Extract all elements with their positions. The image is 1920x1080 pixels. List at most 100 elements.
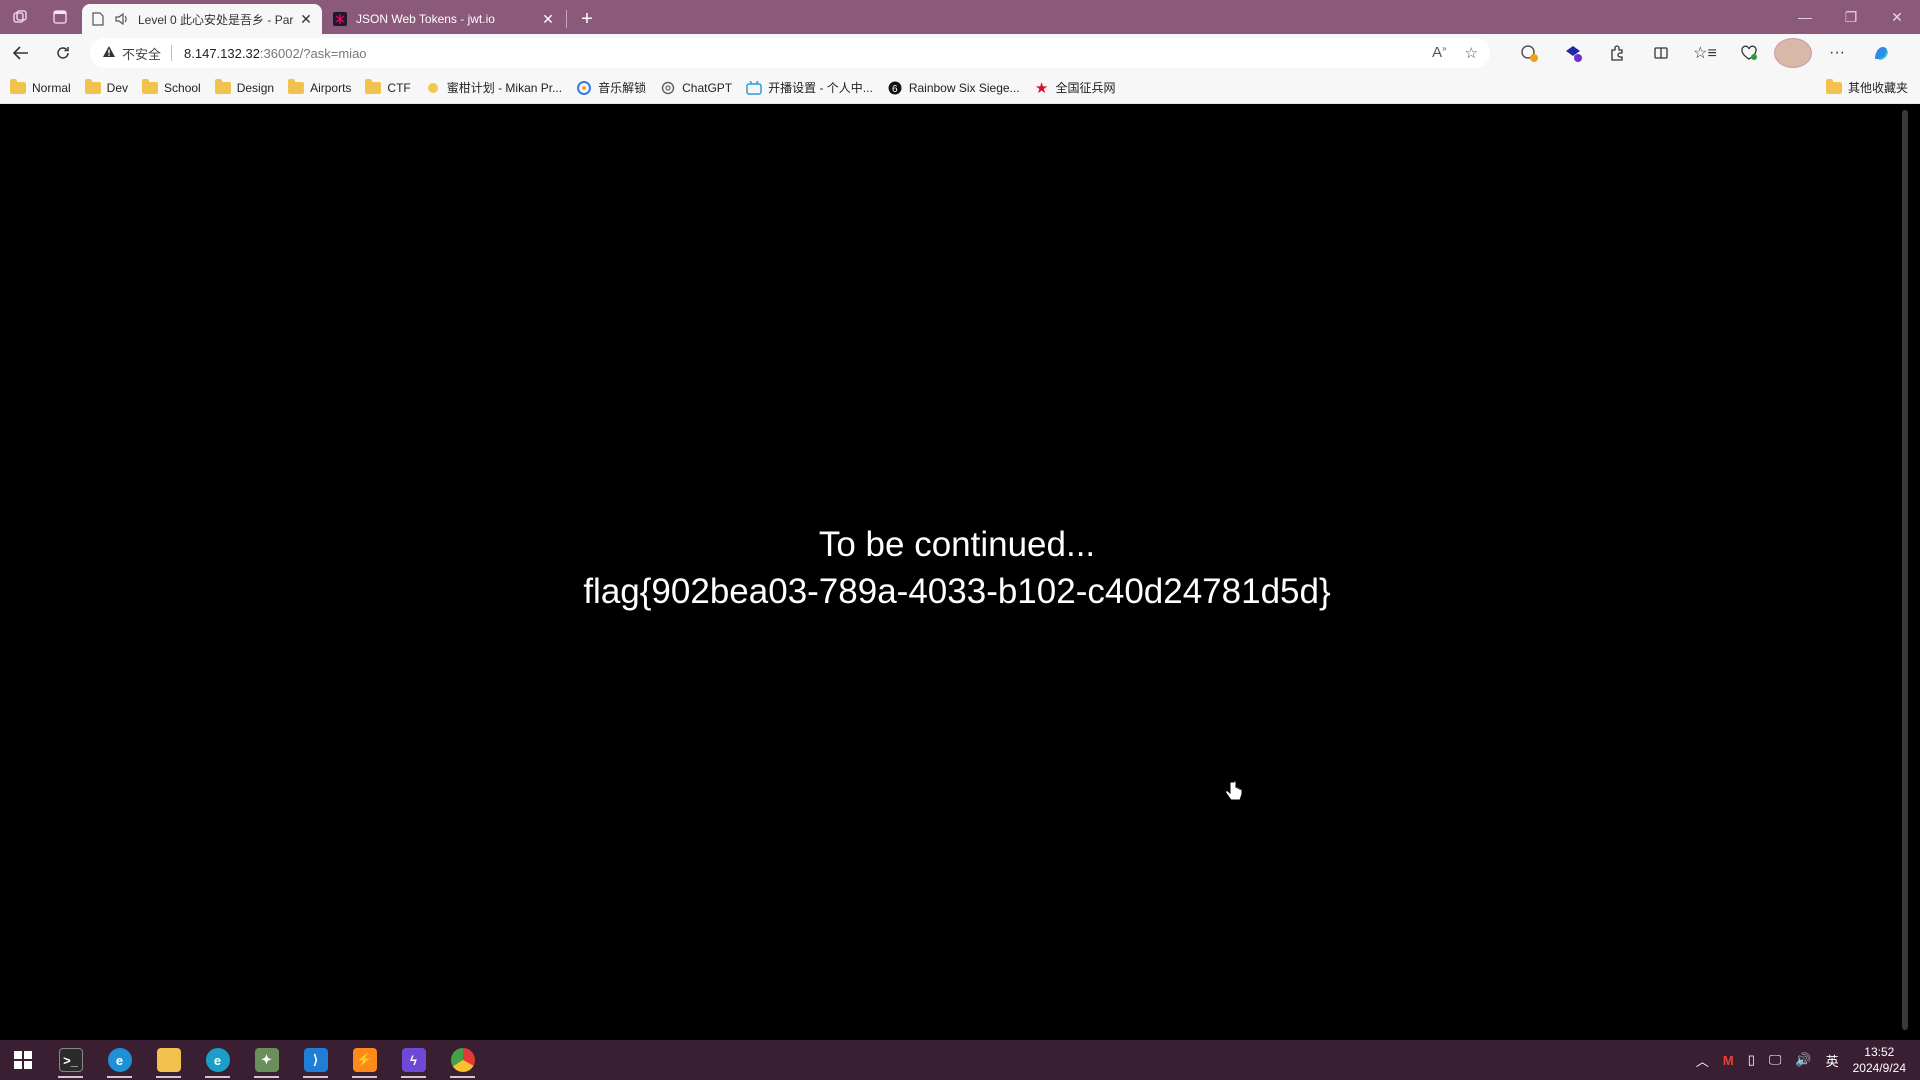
security-label[interactable]: 不安全 [122,44,161,63]
svg-text:6: 6 [892,84,898,95]
folder-icon [365,78,382,95]
app-icon: ✦ [254,1048,279,1072]
burpsuite-icon: ⚡ [352,1048,377,1072]
bookmark-design[interactable]: Design [214,78,274,95]
terminal-app[interactable]: >_ [46,1040,95,1080]
folder-icon [156,1048,181,1072]
tab-jwt[interactable]: JSON Web Tokens - jwt.io ✕ [324,4,564,34]
music-unlock-icon [576,80,592,95]
close-window-icon[interactable]: ✕ [1874,9,1920,26]
chatgpt-icon [660,81,676,95]
volume-icon[interactable]: 🔊 [1795,1052,1811,1068]
url-path: :36002/?ask=miao [259,45,367,61]
bookmark-zhengbing[interactable]: ★ 全国征兵网 [1034,79,1116,97]
read-aloud-icon[interactable]: A» [1432,44,1446,62]
back-button[interactable] [0,36,42,70]
bookmark-music-unlock[interactable]: 音乐解锁 [576,79,646,96]
folder-icon [288,78,305,95]
clock-time: 13:52 [1864,1045,1895,1059]
profile-avatar[interactable] [1774,38,1812,68]
minimize-icon[interactable]: — [1782,9,1828,25]
url-host: 8.147.132.32 [184,45,260,61]
address-toolbar: 不安全 8.147.132.32:36002/?ask=miao A» ☆ ☆≡… [0,34,1920,72]
bookmark-school[interactable]: School [142,78,201,95]
battery-icon[interactable]: ▯ [1748,1052,1755,1068]
bookmark-other-folder[interactable]: 其他收藏夹 [1825,78,1908,96]
page-icon [90,11,106,27]
chrome-app[interactable] [438,1040,487,1080]
split-screen-icon[interactable] [1642,38,1680,68]
ime-indicator[interactable]: 英 [1826,1051,1839,1070]
vscode-app[interactable]: ⟩ [291,1040,340,1080]
scrollbar[interactable] [1902,110,1908,1030]
folder-icon [1825,78,1842,95]
bookmark-chatgpt[interactable]: ChatGPT [660,81,732,95]
toolbar-extensions: ☆≡ ··· [1510,38,1900,68]
bookmark-r6[interactable]: 6 Rainbow Six Siege... [887,81,1020,95]
tab-actions-icon[interactable] [40,0,80,34]
burpsuite-app[interactable]: ⚡ [340,1040,389,1080]
bookmark-airports[interactable]: Airports [288,78,351,95]
bilibili-icon [746,80,762,95]
bookmark-dev[interactable]: Dev [84,78,128,95]
extension-1-icon[interactable] [1510,38,1548,68]
continued-text: To be continued... [818,525,1096,564]
bookmarks-bar: Normal Dev School Design Airports CTF 蜜柑… [0,72,1920,104]
address-bar[interactable]: 不安全 8.147.132.32:36002/?ask=miao A» ☆ [90,38,1490,68]
gmail-icon[interactable]: M [1723,1053,1734,1068]
tab-title: JSON Web Tokens - jwt.io [356,12,495,26]
clock[interactable]: 13:52 2024/9/24 [1853,1044,1906,1076]
bookmark-ctf[interactable]: CTF [365,78,411,95]
browser-essentials-icon[interactable] [1730,38,1768,68]
star-icon: ★ [1034,79,1049,97]
edge-dev-app[interactable]: e [193,1040,242,1080]
tab-level0[interactable]: Level 0 此心安处是吾乡 - Par ✕ [82,4,322,34]
close-tab-icon[interactable]: ✕ [540,11,556,27]
folder-icon [142,78,159,95]
window-controls: — ❐ ✕ [1782,0,1920,34]
show-hidden-icons-icon[interactable]: ︿ [1696,1051,1709,1070]
tab-title: Level 0 此心安处是吾乡 - Par [138,12,294,27]
edge-icon: e [205,1048,230,1072]
start-button[interactable] [0,1040,46,1080]
copilot-icon[interactable] [1862,38,1900,68]
hand-cursor-icon [1224,780,1244,810]
favorite-star-icon[interactable]: ☆ [1465,44,1478,62]
folder-icon [84,78,101,95]
bookmark-normal[interactable]: Normal [10,78,71,95]
app-8[interactable]: ϟ [389,1040,438,1080]
refresh-button[interactable] [42,36,84,70]
more-menu-icon[interactable]: ··· [1818,38,1856,68]
title-bar: Level 0 此心安处是吾乡 - Par ✕ JSON Web Tokens … [0,0,1920,34]
warning-icon[interactable] [102,45,116,61]
bookmark-bilibili[interactable]: 开播设置 - 个人中... [746,79,873,96]
new-tab-button[interactable]: + [569,4,605,34]
folder-icon [10,78,26,95]
jwt-icon [332,11,348,27]
flag-text: flag{902bea03-789a-4033-b102-c40d24781d5… [583,572,1331,611]
terminal-icon: >_ [58,1048,83,1072]
system-tray: ︿ M ▯ 🖵 🔊 英 13:52 2024/9/24 [1696,1044,1920,1076]
r6-icon: 6 [887,81,903,95]
clock-date: 2024/9/24 [1852,1061,1906,1075]
bookmark-mikan[interactable]: 蜜柑计划 - Mikan Pr... [425,79,562,96]
favorites-icon[interactable]: ☆≡ [1686,38,1724,68]
workspaces-icon[interactable] [0,0,40,34]
page-message: To be continued... flag{902bea03-789a-40… [4,521,1910,615]
edge-icon: e [107,1048,132,1072]
edge-app[interactable]: e [95,1040,144,1080]
network-icon[interactable]: 🖵 [1769,1052,1782,1068]
app-5[interactable]: ✦ [242,1040,291,1080]
windows-icon [14,1051,32,1069]
file-explorer-app[interactable] [144,1040,193,1080]
extensions-puzzle-icon[interactable] [1598,38,1636,68]
lightning-icon: ϟ [401,1048,426,1072]
folder-icon [214,78,231,95]
taskbar: >_ e e ✦ ⟩ ⚡ ϟ ︿ M ▯ 🖵 🔊 英 13:52 2024/9/… [0,1040,1920,1080]
page-viewport: To be continued... flag{902bea03-789a-40… [4,106,1910,1036]
restore-icon[interactable]: ❐ [1828,9,1874,26]
speaker-icon[interactable] [114,11,130,27]
extension-2-icon[interactable] [1554,38,1592,68]
close-tab-icon[interactable]: ✕ [298,11,314,27]
vscode-icon: ⟩ [303,1048,328,1072]
